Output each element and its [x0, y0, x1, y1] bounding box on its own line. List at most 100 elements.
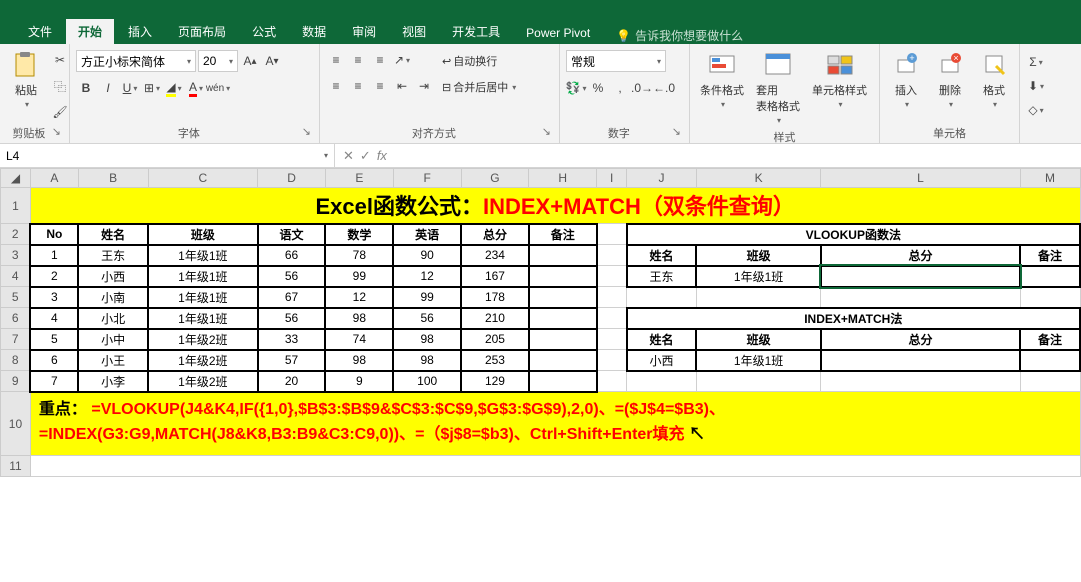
table-cell[interactable]: 98 [325, 350, 393, 371]
section-title[interactable]: INDEX+MATCH法 [627, 308, 1080, 329]
autosum-button[interactable]: Σ▾ [1026, 52, 1046, 72]
table-header[interactable]: 总分 [821, 329, 1020, 350]
table-header[interactable]: 语文 [258, 224, 326, 245]
currency-button[interactable]: 💱▾ [566, 78, 586, 98]
align-right-button[interactable]: ≡ [370, 76, 390, 96]
table-cell[interactable]: 234 [461, 245, 529, 266]
bold-button[interactable]: B [76, 78, 96, 98]
table-cell[interactable]: 1年级2班 [148, 371, 258, 392]
table-cell[interactable]: 9 [325, 371, 393, 392]
tab-layout[interactable]: 页面布局 [166, 19, 238, 44]
orientation-button[interactable]: ↗▾ [392, 50, 412, 70]
tab-view[interactable]: 视图 [390, 19, 438, 44]
fx-button[interactable]: fx [377, 148, 387, 164]
table-cell[interactable]: 98 [393, 329, 461, 350]
number-format-select[interactable]: 常规▾ [566, 50, 666, 72]
tab-review[interactable]: 审阅 [340, 19, 388, 44]
row-header[interactable]: 5 [1, 287, 31, 308]
table-header[interactable]: 姓名 [627, 245, 697, 266]
table-header[interactable]: 班级 [696, 329, 821, 350]
row-header[interactable]: 7 [1, 329, 31, 350]
dialog-launcher-icon[interactable]: ↘ [542, 125, 551, 138]
table-format-button[interactable]: 套用 表格格式▾ [752, 46, 804, 127]
italic-button[interactable]: I [98, 78, 118, 98]
table-cell[interactable] [529, 329, 597, 350]
format-cells-button[interactable]: 格式▾ [974, 46, 1014, 111]
table-cell[interactable]: 王东 [627, 266, 697, 287]
align-middle-button[interactable]: ≡ [348, 50, 368, 70]
row-header[interactable]: 4 [1, 266, 31, 287]
table-header[interactable]: 英语 [393, 224, 461, 245]
table-cell[interactable]: 1年级1班 [148, 245, 258, 266]
table-cell[interactable]: 98 [325, 308, 393, 329]
increase-decimal-button[interactable]: .0→ [632, 78, 652, 98]
table-cell[interactable]: 小王 [78, 350, 148, 371]
borders-button[interactable]: ⊞▾ [142, 78, 162, 98]
title-cell[interactable]: Excel函数公式：INDEX+MATCH（双条件查询） [30, 188, 1080, 224]
table-cell[interactable]: 王东 [78, 245, 148, 266]
table-cell[interactable]: 2 [30, 266, 78, 287]
table-cell[interactable] [529, 266, 597, 287]
row-header[interactable]: 10 [1, 392, 31, 456]
column-headers[interactable]: ◢ ABCD EFGH IJKLM [1, 169, 1081, 188]
table-header[interactable]: 总分 [821, 245, 1020, 266]
table-cell[interactable]: 66 [258, 245, 326, 266]
phonetic-button[interactable]: wén▾ [208, 78, 228, 98]
table-cell[interactable]: 6 [30, 350, 78, 371]
table-cell[interactable]: 67 [258, 287, 326, 308]
table-cell[interactable]: 1 [30, 245, 78, 266]
table-cell[interactable]: 74 [325, 329, 393, 350]
enter-formula-button[interactable]: ✓ [360, 148, 371, 164]
comma-button[interactable]: , [610, 78, 630, 98]
table-header[interactable]: 班级 [696, 245, 821, 266]
table-cell[interactable]: 小南 [78, 287, 148, 308]
table-cell[interactable] [1020, 266, 1080, 287]
tab-powerpivot[interactable]: Power Pivot [514, 22, 602, 44]
table-cell[interactable]: 12 [325, 287, 393, 308]
tab-data[interactable]: 数据 [290, 19, 338, 44]
table-cell[interactable]: 33 [258, 329, 326, 350]
table-header[interactable]: 总分 [461, 224, 529, 245]
table-header[interactable]: 姓名 [627, 329, 697, 350]
table-header[interactable]: No [30, 224, 78, 245]
decrease-decimal-button[interactable]: ←.0 [654, 78, 674, 98]
delete-cells-button[interactable]: ×删除▾ [930, 46, 970, 111]
tab-dev[interactable]: 开发工具 [440, 19, 512, 44]
indent-decrease-button[interactable]: ⇤ [392, 76, 412, 96]
table-cell[interactable]: 253 [461, 350, 529, 371]
table-cell[interactable]: 57 [258, 350, 326, 371]
section-title[interactable]: VLOOKUP函数法 [627, 224, 1080, 245]
font-size-select[interactable]: 20▾ [198, 50, 238, 72]
row-header[interactable]: 9 [1, 371, 31, 392]
table-cell[interactable]: 3 [30, 287, 78, 308]
table-cell[interactable]: 1年级1班 [148, 266, 258, 287]
tab-file[interactable]: 文件 [16, 19, 64, 44]
spreadsheet-grid[interactable]: ◢ ABCD EFGH IJKLM 1 Excel函数公式：INDEX+MATC… [0, 168, 1081, 582]
paste-button[interactable]: 粘贴 ▾ [6, 46, 46, 111]
table-cell[interactable]: 56 [393, 308, 461, 329]
cell-styles-button[interactable]: 单元格样式▾ [808, 46, 871, 111]
table-cell[interactable]: 1年级1班 [696, 266, 821, 287]
table-cell[interactable]: 1年级2班 [148, 350, 258, 371]
row-header[interactable]: 1 [1, 188, 31, 224]
dialog-launcher-icon[interactable]: ↘ [672, 125, 681, 138]
table-cell[interactable]: 小李 [78, 371, 148, 392]
table-cell[interactable] [529, 245, 597, 266]
formula-note-cell[interactable]: 重点： =VLOOKUP(J4&K4,IF({1,0},$B$3:$B$9&$C… [30, 392, 1080, 456]
table-cell[interactable]: 99 [393, 287, 461, 308]
active-cell[interactable] [821, 266, 1020, 287]
table-cell[interactable]: 210 [461, 308, 529, 329]
row-header[interactable]: 2 [1, 224, 31, 245]
table-cell[interactable]: 1年级1班 [148, 287, 258, 308]
row-header[interactable]: 6 [1, 308, 31, 329]
row-header[interactable]: 8 [1, 350, 31, 371]
table-cell[interactable]: 129 [461, 371, 529, 392]
table-cell[interactable] [529, 287, 597, 308]
table-cell[interactable]: 205 [461, 329, 529, 350]
table-cell[interactable]: 小西 [78, 266, 148, 287]
row-header[interactable]: 3 [1, 245, 31, 266]
fill-button[interactable]: ⬇▾ [1026, 76, 1046, 96]
tab-formulas[interactable]: 公式 [240, 19, 288, 44]
increase-font-button[interactable]: A▴ [240, 51, 260, 71]
table-header[interactable]: 数学 [325, 224, 393, 245]
